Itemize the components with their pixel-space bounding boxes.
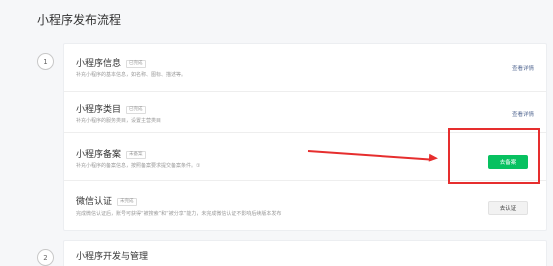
row-description: 补充小程序的备案信息，按照备案要求提交备案条件。① (76, 163, 201, 169)
dev-management-panel: 小程序开发与管理 (63, 240, 547, 266)
row-description: 补充小程序的服务类目，设置主营类目 (76, 118, 162, 124)
row-description: 补充小程序的基本信息，如名称、图标、描述等。 (76, 72, 187, 78)
go-verify-button[interactable]: 去认证 (488, 201, 528, 215)
step-number-2: 2 (37, 249, 54, 266)
row-wechat-verification: 微信认证 未完成 完成微信认证后，账号可获得“被搜索”和“被分享”能力，未完成微信… (64, 181, 546, 232)
row-mini-program-info: 小程序信息 已完成 补充小程序的基本信息，如名称、图标、描述等。 查看详情 (64, 44, 546, 92)
row-title: 微信认证 (76, 197, 113, 207)
status-badge: 未完成 (117, 198, 137, 206)
view-details-link[interactable]: 查看详情 (512, 110, 534, 118)
row-title: 小程序类目 (76, 105, 122, 115)
row-mini-program-category: 小程序类目 已完成 补充小程序的服务类目，设置主营类目 查看详情 (64, 92, 546, 133)
annotation-arrow-head (428, 153, 439, 163)
row-title: 小程序信息 (76, 59, 122, 69)
status-badge: 未备案 (126, 151, 146, 159)
status-badge: 已完成 (126, 106, 146, 114)
annotation-highlight-box (448, 128, 540, 184)
step-number-1: 1 (37, 53, 54, 70)
page-title: 小程序发布流程 (37, 13, 122, 27)
status-badge: 已完成 (126, 60, 146, 68)
row-description: 完成微信认证后，账号可获得“被搜索”和“被分享”能力，未完成微信认证不影响后续版… (76, 211, 282, 217)
section-title: 小程序开发与管理 (76, 252, 149, 262)
view-details-link[interactable]: 查看详情 (512, 64, 534, 72)
row-title: 小程序备案 (76, 150, 122, 160)
